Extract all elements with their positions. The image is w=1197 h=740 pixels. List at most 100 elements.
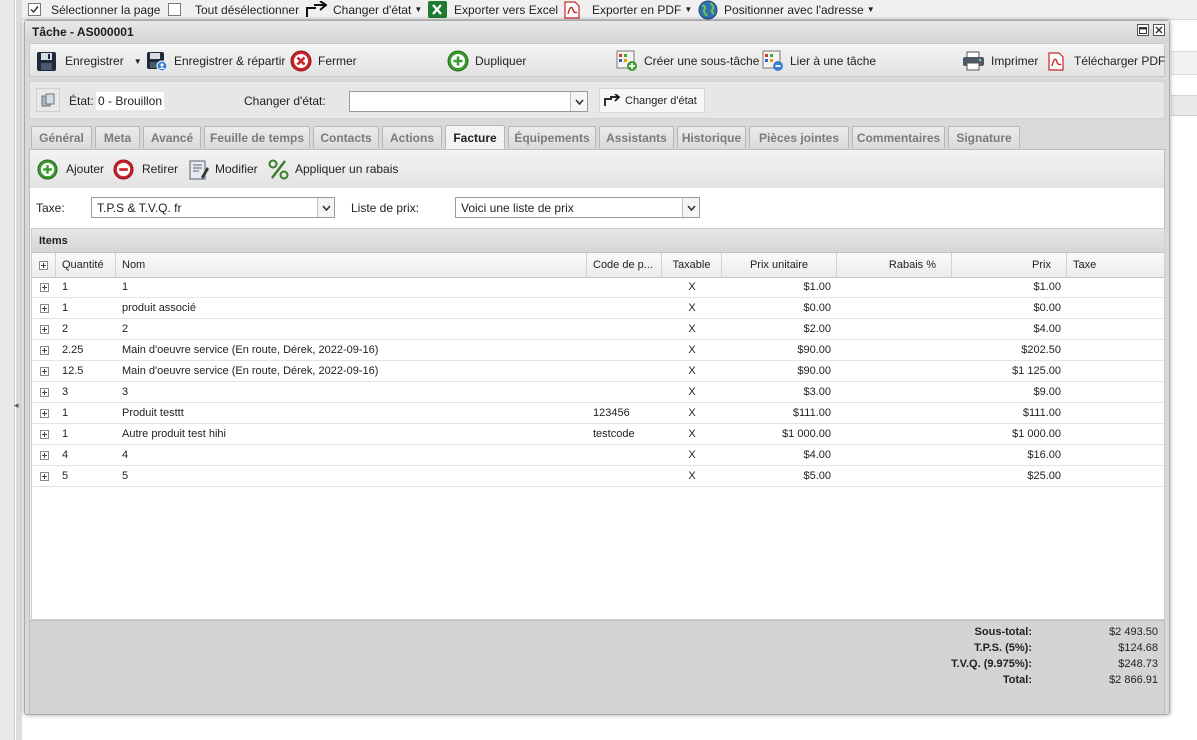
background-splitter[interactable]: [16, 0, 22, 740]
export-pdf-label: Exporter en PDF: [592, 2, 682, 17]
remove-item-button[interactable]: Retirer: [113, 150, 178, 188]
print-button[interactable]: Imprimer: [962, 44, 1038, 78]
price-list-select-value: Voici une liste de prix: [461, 200, 574, 215]
tab-comments[interactable]: Commentaires: [852, 126, 945, 148]
chevron-down-icon[interactable]: [570, 92, 587, 111]
cell-tax: [1067, 298, 1164, 318]
cell-tax: [1067, 466, 1164, 486]
expand-row-icon[interactable]: [32, 382, 56, 402]
tab-equipment[interactable]: Équipements: [508, 126, 596, 148]
expand-row-icon[interactable]: [32, 277, 56, 297]
table-row[interactable]: 4 4 X $4.00 $16.00: [32, 445, 1164, 466]
table-row[interactable]: 1 Produit testtt 123456 X $111.00 $111.00: [32, 403, 1164, 424]
cell-name: 5: [122, 470, 129, 482]
column-tax[interactable]: Taxe: [1067, 253, 1164, 277]
change-state-button[interactable]: Changer d'état: [599, 88, 705, 113]
cell-taxable: X: [688, 428, 696, 440]
cell-unit-price: $5.00: [803, 470, 831, 482]
expand-row-icon[interactable]: [32, 298, 56, 318]
maximize-icon[interactable]: [1137, 24, 1149, 36]
table-row[interactable]: 2.25 Main d'oeuvre service (En route, Dér…: [32, 340, 1164, 361]
state-history-icon[interactable]: [36, 88, 60, 112]
select-page-button[interactable]: Sélectionner la page: [28, 0, 160, 19]
position-address-button[interactable]: Positionner avec l'adresse ▼: [698, 0, 875, 19]
export-excel-button[interactable]: Exporter vers Excel: [428, 0, 558, 19]
link-task-button[interactable]: Lier à une tâche: [762, 44, 876, 78]
items-grid: Items Quantité Nom Code de p... Taxable …: [31, 228, 1165, 620]
column-taxable[interactable]: Taxable: [662, 253, 722, 277]
column-product-code[interactable]: Code de p...: [587, 253, 662, 277]
printer-icon: [962, 51, 985, 71]
tab-contacts[interactable]: Contacts: [313, 126, 379, 148]
chevron-down-icon[interactable]: [682, 198, 699, 217]
cell-discount: [837, 403, 952, 423]
column-unit-price[interactable]: Prix unitaire: [722, 253, 837, 277]
price-list-select[interactable]: Voici une liste de prix: [455, 197, 700, 218]
background-row: [1171, 95, 1197, 116]
cell-price: $9.00: [1033, 386, 1061, 398]
table-row[interactable]: 3 3 X $3.00 $9.00: [32, 382, 1164, 403]
state-label: État:: [69, 94, 94, 108]
tab-meta[interactable]: Meta: [95, 126, 140, 148]
cell-product-code: [587, 361, 662, 381]
expand-all-icon[interactable]: [32, 253, 56, 277]
expand-row-icon[interactable]: [32, 361, 56, 381]
download-pdf-button[interactable]: Télécharger PDF: [1048, 44, 1165, 78]
tab-signature[interactable]: Signature: [948, 126, 1020, 148]
tab-timesheet[interactable]: Feuille de temps: [204, 126, 310, 148]
dropdown-caret-icon[interactable]: ▼: [134, 57, 142, 66]
add-item-button[interactable]: Ajouter: [37, 150, 104, 188]
deselect-all-button[interactable]: Tout désélectionner: [168, 0, 299, 19]
qst-label: T.V.Q. (9.975%):: [951, 658, 1032, 670]
table-row[interactable]: 1 produit associé X $0.00 $0.00: [32, 298, 1164, 319]
chevron-down-icon[interactable]: [317, 198, 334, 217]
export-pdf-button[interactable]: Exporter en PDF ▼: [564, 0, 692, 19]
column-quantity[interactable]: Quantité: [56, 253, 116, 277]
edit-item-button[interactable]: Modifier: [188, 150, 258, 188]
change-state-select[interactable]: [349, 91, 588, 112]
bg-change-state-button[interactable]: Changer d'état ▼: [305, 0, 422, 19]
tab-assistants[interactable]: Assistants: [599, 126, 674, 148]
tab-advanced[interactable]: Avancé: [143, 126, 201, 148]
expand-row-icon[interactable]: [32, 445, 56, 465]
tab-general[interactable]: Général: [31, 126, 92, 148]
expand-row-icon[interactable]: [32, 340, 56, 360]
expand-row-icon[interactable]: [32, 466, 56, 486]
tax-select[interactable]: T.P.S & T.V.Q. fr: [91, 197, 335, 218]
save-assign-button[interactable]: Enregistrer & répartir: [146, 44, 285, 78]
create-subtask-button[interactable]: Créer une sous-tâche: [616, 44, 759, 78]
checkbox-checked-icon[interactable]: [28, 3, 41, 16]
pdf-icon: [564, 0, 580, 19]
close-window-icon[interactable]: [1153, 24, 1165, 36]
collapse-handle-icon[interactable]: ◂: [14, 400, 20, 414]
table-row[interactable]: 12.5 Main d'oeuvre service (En route, Dér…: [32, 361, 1164, 382]
print-label: Imprimer: [991, 54, 1039, 68]
cell-name: Produit testtt: [122, 407, 184, 419]
checkbox-empty-icon[interactable]: [168, 3, 181, 16]
column-price[interactable]: Prix: [952, 253, 1067, 277]
duplicate-button[interactable]: Dupliquer: [447, 44, 526, 78]
tab-invoice[interactable]: Facture: [445, 125, 505, 150]
apply-discount-button[interactable]: Appliquer un rabais: [268, 150, 398, 188]
expand-row-icon[interactable]: [32, 424, 56, 444]
window-titlebar[interactable]: Tâche - AS000001: [25, 21, 1169, 42]
expand-row-icon[interactable]: [32, 403, 56, 423]
tab-history[interactable]: Historique: [677, 126, 746, 148]
close-button[interactable]: Fermer: [290, 44, 357, 78]
column-discount[interactable]: Rabais %: [837, 253, 952, 277]
invoice-toolbar: Ajouter Retirer Modifier Appliquer un ra…: [30, 150, 1164, 189]
tab-attachments[interactable]: Pièces jointes: [749, 126, 849, 148]
table-row[interactable]: 1 1 X $1.00 $1.00: [32, 277, 1164, 298]
tab-actions[interactable]: Actions: [382, 126, 442, 148]
expand-row-icon[interactable]: [32, 319, 56, 339]
cell-taxable: X: [688, 449, 696, 461]
cell-name: Main d'oeuvre service (En route, Dérek, …: [122, 365, 379, 377]
cell-tax: [1067, 403, 1164, 423]
globe-icon: [698, 0, 718, 20]
column-name[interactable]: Nom: [116, 253, 587, 277]
gst-label: T.P.S. (5%):: [974, 642, 1032, 654]
table-row[interactable]: 1 Autre produit test hihi testcode X $1 000.…: [32, 424, 1164, 445]
table-row[interactable]: 5 5 X $5.00 $25.00: [32, 466, 1164, 487]
table-row[interactable]: 2 2 X $2.00 $4.00: [32, 319, 1164, 340]
save-button[interactable]: Enregistrer ▼: [36, 44, 142, 78]
